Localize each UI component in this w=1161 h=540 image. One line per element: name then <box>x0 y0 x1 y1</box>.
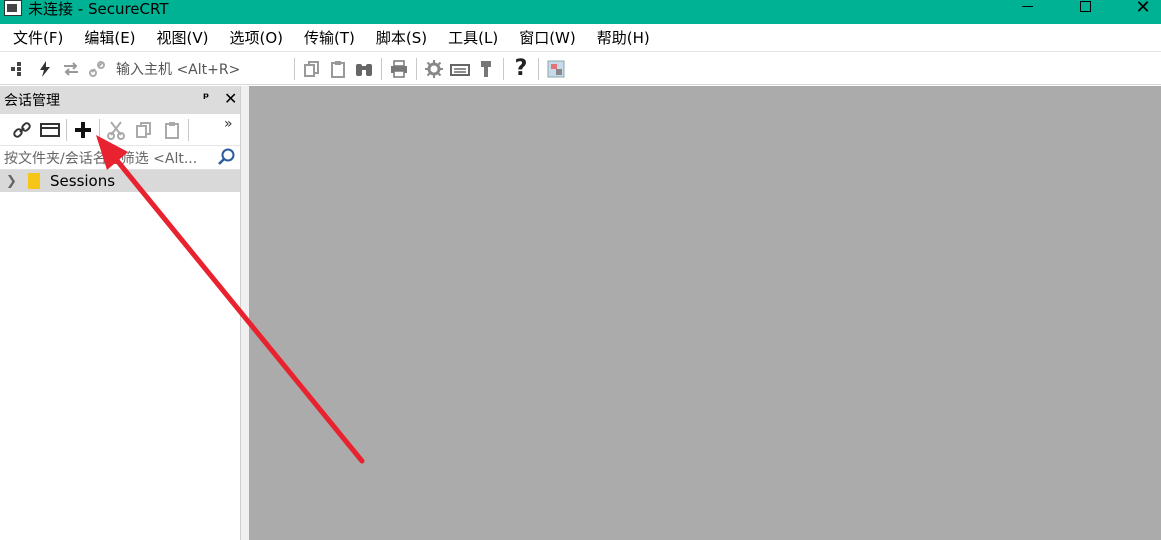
session-manager-header: 会话管理 ᵖ ✕ <box>0 86 240 114</box>
menu-file[interactable]: 文件(F) <box>5 27 71 48</box>
connect-session-button[interactable] <box>8 117 36 143</box>
pin-icon[interactable]: ᵖ <box>203 91 209 106</box>
session-options-button[interactable] <box>421 56 447 82</box>
close-icon: ✕ <box>1135 0 1151 18</box>
copy-session-button[interactable] <box>130 117 158 143</box>
find-icon <box>356 63 372 76</box>
session-filter-input[interactable]: 按文件夹/会话名称筛选 <Alt... <box>0 146 240 170</box>
keygen-button[interactable] <box>473 56 499 82</box>
paste-session-button[interactable] <box>158 117 186 143</box>
reconnect-button[interactable] <box>58 56 84 82</box>
paste-icon <box>165 121 179 139</box>
search-icon[interactable] <box>218 148 236 166</box>
cut-icon <box>107 120 125 140</box>
menu-script[interactable]: 脚本(S) <box>368 27 435 48</box>
keymap-icon <box>450 63 470 76</box>
toolbar-separator <box>99 118 100 141</box>
menu-help[interactable]: 帮助(H) <box>589 27 658 48</box>
toolbar-separator <box>538 57 539 80</box>
tree-item-sessions[interactable]: ❯ Sessions <box>0 170 240 192</box>
settings-icon <box>425 59 443 78</box>
main-toolbar: 输入主机 <Alt+R> ? <box>0 53 1161 85</box>
quick-connect-button[interactable] <box>32 56 58 82</box>
session-workspace <box>249 86 1161 540</box>
window-icon <box>40 122 60 137</box>
toolbar-separator <box>503 57 504 80</box>
log-button[interactable] <box>543 56 569 82</box>
help-icon: ? <box>514 56 528 81</box>
toolbar-separator <box>294 57 295 80</box>
connect-icon <box>11 61 21 76</box>
session-panel-toolbar: » <box>0 114 240 146</box>
maximize-icon <box>1079 0 1091 12</box>
menu-options[interactable]: 选项(O) <box>222 27 292 48</box>
menu-view[interactable]: 视图(V) <box>149 27 217 48</box>
title-bar: 未连接 - SecureCRT ✕ <box>0 0 1161 24</box>
close-window-button[interactable]: ✕ <box>1120 0 1161 24</box>
flash-icon <box>40 60 50 77</box>
reconnect-icon <box>64 61 78 76</box>
menu-bar: 文件(F) 编辑(E) 视图(V) 选项(O) 传输(T) 脚本(S) 工具(L… <box>0 24 1161 52</box>
host-input[interactable]: 输入主机 <Alt+R> <box>110 57 290 81</box>
minimize-icon <box>1021 5 1033 7</box>
panel-title: 会话管理 <box>4 93 60 109</box>
copy-icon <box>304 60 319 77</box>
tree-item-label: Sessions <box>50 172 116 190</box>
menu-transfer[interactable]: 传输(T) <box>296 27 363 48</box>
app-icon <box>4 0 22 16</box>
find-button[interactable] <box>351 56 377 82</box>
panel-splitter[interactable] <box>241 86 249 540</box>
log-icon <box>547 60 565 77</box>
toolbar-separator <box>416 57 417 80</box>
more-tools-icon[interactable]: » <box>224 116 233 132</box>
copy-icon <box>136 121 151 138</box>
key-icon <box>481 60 491 77</box>
connect-in-tab-button[interactable] <box>36 117 64 143</box>
chevron-right-icon[interactable]: ❯ <box>6 174 22 189</box>
menu-edit[interactable]: 编辑(E) <box>76 27 143 48</box>
toolbar-separator <box>188 118 189 141</box>
link-icon <box>13 121 31 138</box>
maximize-button[interactable] <box>1062 0 1108 24</box>
window-title: 未连接 - SecureCRT <box>28 0 169 18</box>
disconnect-icon <box>89 60 105 77</box>
disconnect-button[interactable] <box>84 56 110 82</box>
toolbar-separator <box>66 118 67 141</box>
print-button[interactable] <box>386 56 412 82</box>
close-panel-icon[interactable]: ✕ <box>224 89 237 108</box>
menu-window[interactable]: 窗口(W) <box>511 27 584 48</box>
paste-icon <box>331 60 345 78</box>
plus-icon <box>75 121 91 138</box>
filter-placeholder: 按文件夹/会话名称筛选 <Alt... <box>4 150 198 167</box>
keymap-button[interactable] <box>447 56 473 82</box>
session-manager-panel: 会话管理 ᵖ ✕ » 按文件夹/会话名称筛选 <Alt... ❯ Session… <box>0 86 241 540</box>
menu-tools[interactable]: 工具(L) <box>440 27 506 48</box>
print-icon <box>391 59 407 78</box>
toolbar-separator <box>381 57 382 80</box>
help-button[interactable]: ? <box>508 56 534 82</box>
cut-session-button[interactable] <box>102 117 130 143</box>
folder-icon <box>28 173 40 189</box>
connect-button[interactable] <box>6 56 32 82</box>
minimize-button[interactable] <box>1004 0 1050 24</box>
new-session-button[interactable] <box>69 117 97 143</box>
copy-button[interactable] <box>299 56 325 82</box>
paste-button[interactable] <box>325 56 351 82</box>
